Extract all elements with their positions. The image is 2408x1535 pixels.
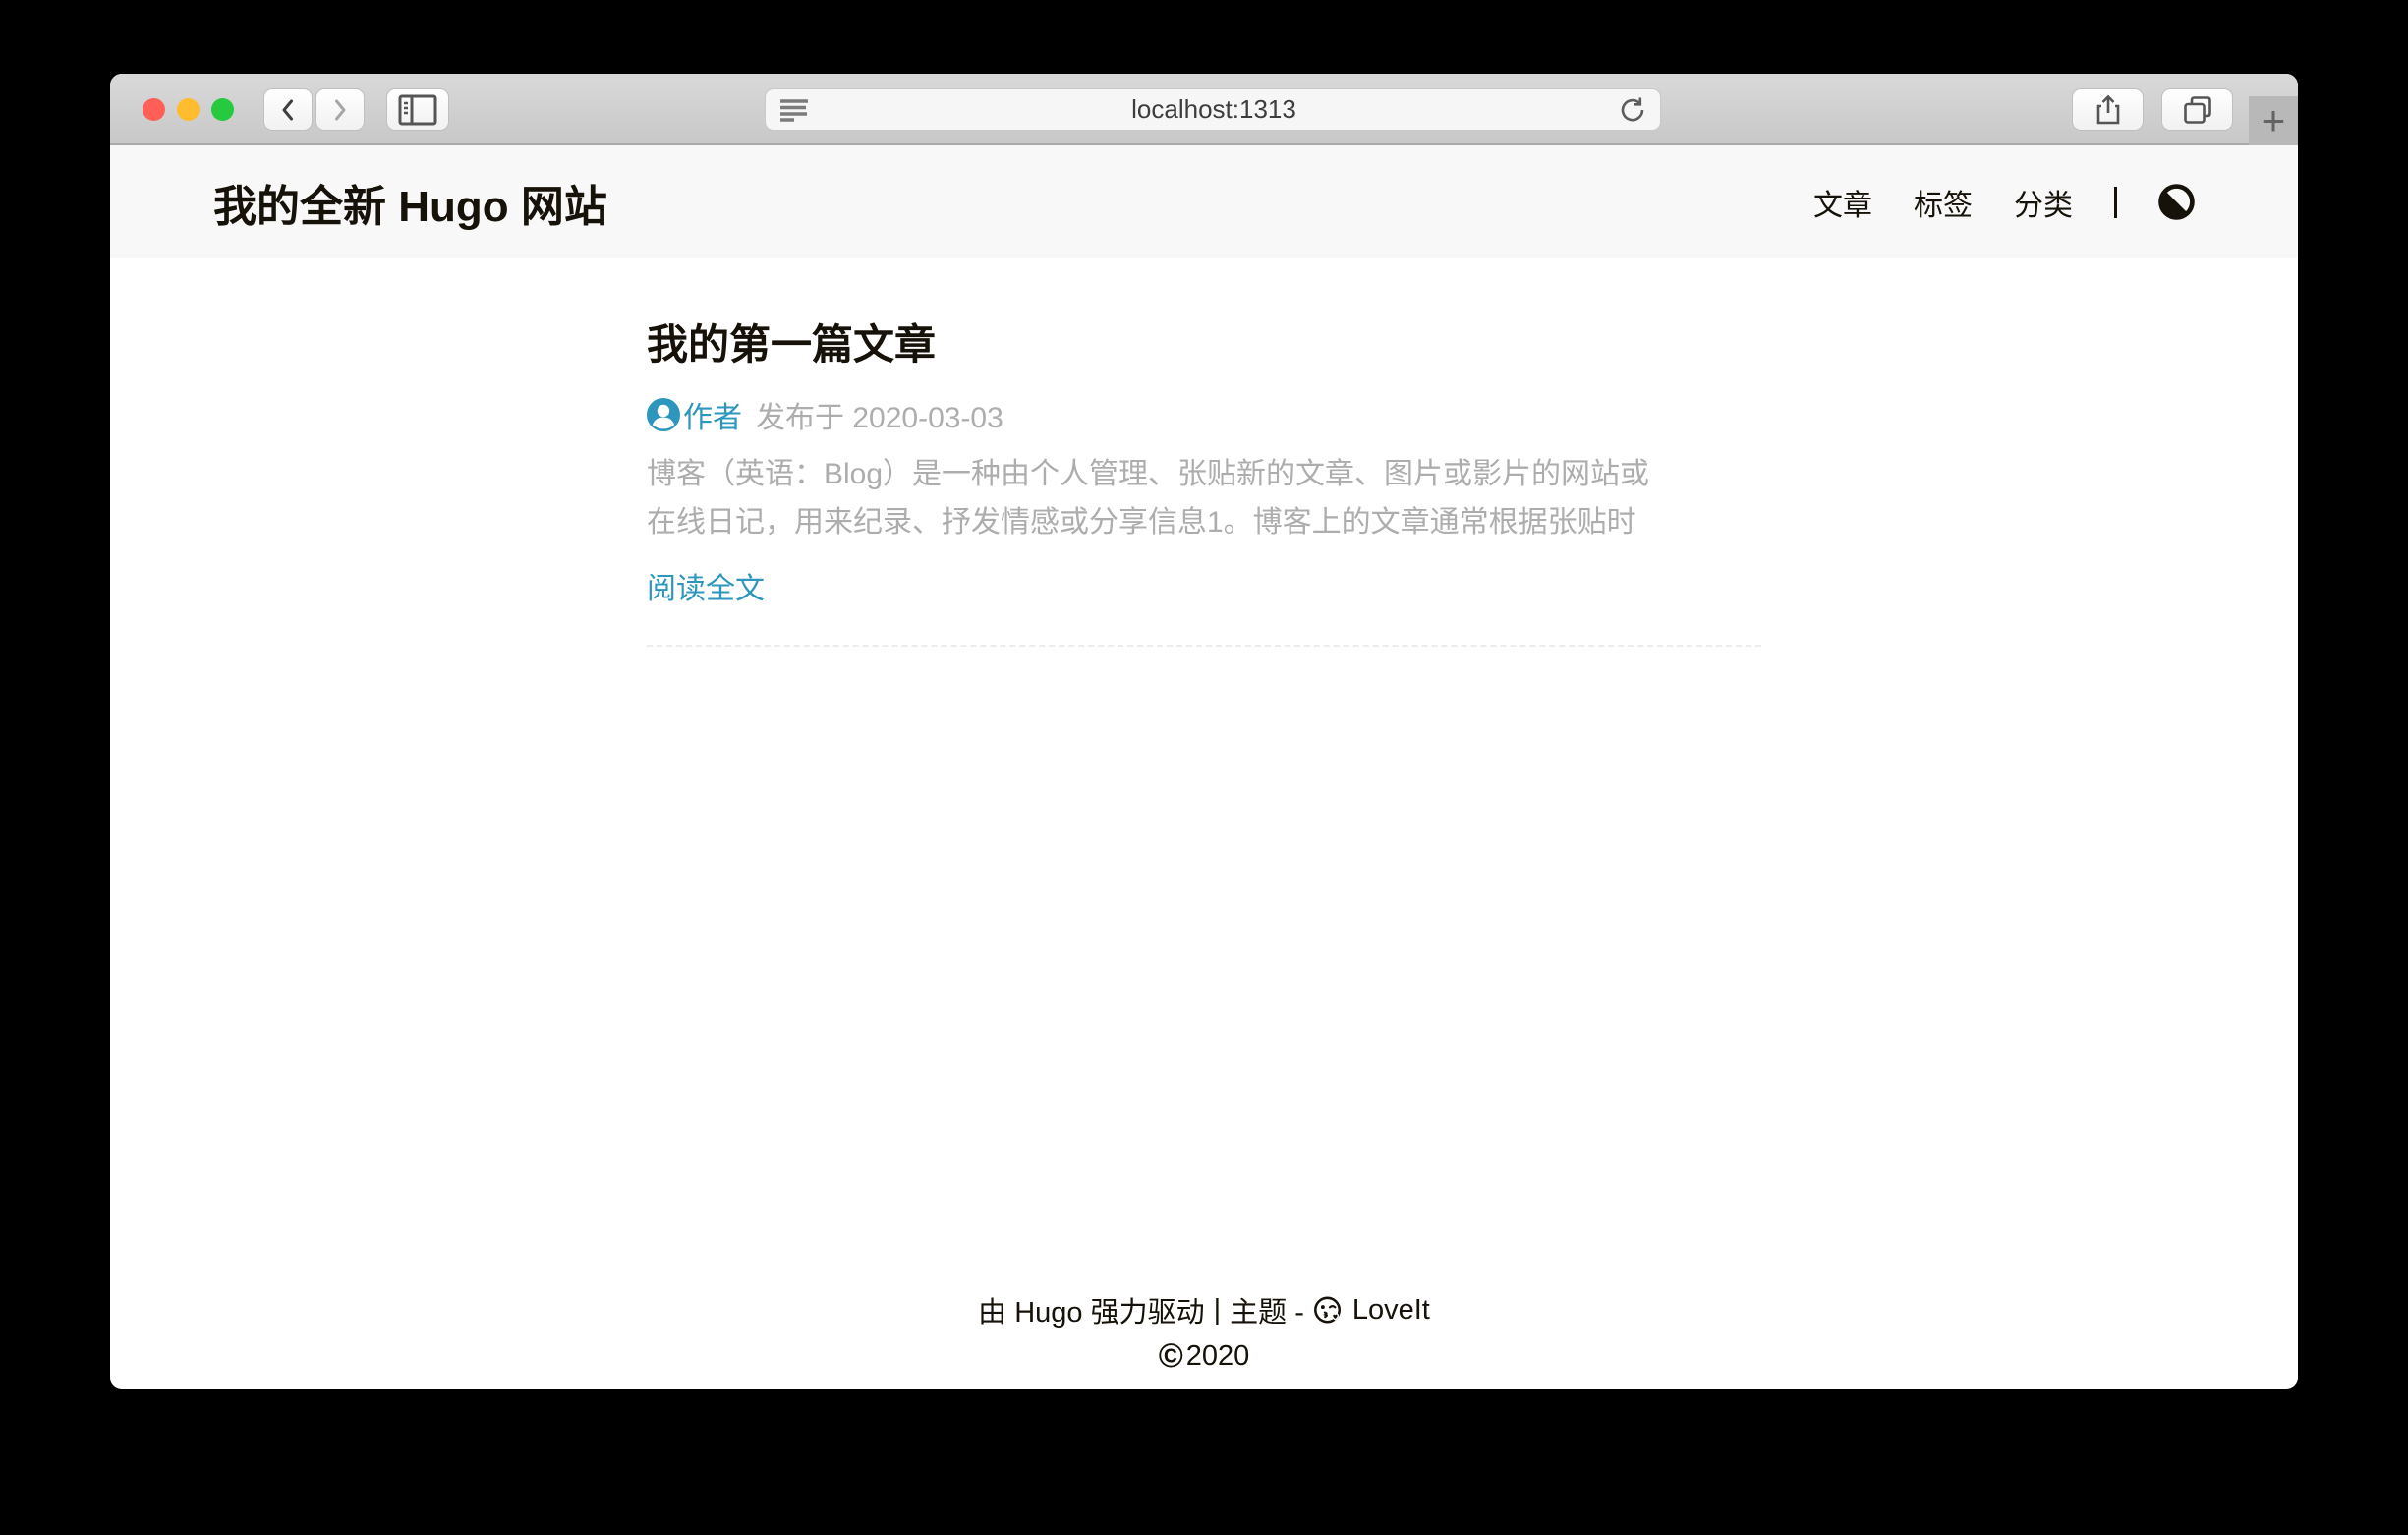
reader-icon[interactable] xyxy=(779,98,809,122)
refresh-icon[interactable] xyxy=(1619,95,1646,125)
browser-toolbar: localhost:1313 xyxy=(110,74,2298,145)
forward-button[interactable] xyxy=(315,88,365,131)
publish-info: 发布于 2020-03-03 xyxy=(756,393,1003,436)
site-header: 我的全新 Hugo 网站 文章 标签 分类 xyxy=(110,145,2298,258)
chevron-right-icon xyxy=(328,97,352,123)
tab-overview-button[interactable] xyxy=(2161,88,2233,131)
new-tab-button[interactable]: + xyxy=(2249,96,2298,145)
powered-by-text: 由 Hugo 强力驱动 xyxy=(978,1289,1204,1331)
share-icon xyxy=(2094,94,2122,126)
copyright-icon: © xyxy=(1159,1339,1183,1373)
content-area: 我的第一篇文章 作者 发布于 2020-03-03 xyxy=(647,258,1761,1289)
publish-prefix: 发布于 xyxy=(756,402,844,434)
summary-line: 在线日记，用来纪录、抒发情感或分享信息1。博客上的文章通常根据张贴时 xyxy=(647,498,1761,546)
post-title-link[interactable]: 我的第一篇文章 xyxy=(647,312,1761,371)
nav-item-posts[interactable]: 文章 xyxy=(1813,181,1872,224)
footer-copyright-line: © 2020 xyxy=(110,1339,2298,1373)
webpage: 我的全新 Hugo 网站 文章 标签 分类 我的第一篇文章 xyxy=(110,145,2298,1387)
nav-separator xyxy=(2114,187,2117,218)
post-divider xyxy=(647,645,1761,647)
address-bar[interactable]: localhost:1313 xyxy=(765,88,1661,131)
minimize-icon[interactable] xyxy=(177,98,200,121)
zoom-icon[interactable] xyxy=(211,98,234,121)
close-icon[interactable] xyxy=(143,98,165,121)
theme-prefix-text: 主题 - xyxy=(1230,1289,1304,1331)
sidebar-toggle-button[interactable] xyxy=(386,88,449,131)
post-summary: 博客（英语：Blog）是一种由个人管理、张贴新的文章、图片或影片的网站或 在线日… xyxy=(647,450,1761,546)
sidebar-toggle-icon xyxy=(398,94,437,126)
url-text[interactable]: localhost:1313 xyxy=(809,94,1619,125)
copyright-year: 2020 xyxy=(1186,1340,1250,1373)
plus-icon: + xyxy=(2262,97,2286,144)
chevron-left-icon xyxy=(276,97,300,123)
theme-link[interactable]: LoveIt xyxy=(1352,1294,1430,1327)
theme-toggle-icon[interactable] xyxy=(2158,184,2195,220)
kiss-wink-heart-icon xyxy=(1313,1295,1344,1326)
tab-overview-icon xyxy=(2183,95,2212,125)
post-meta: 作者 发布于 2020-03-03 xyxy=(647,393,1761,436)
share-button[interactable] xyxy=(2072,88,2144,131)
footer-powered-line: 由 Hugo 强力驱动 | 主题 - LoveIt xyxy=(110,1289,2298,1331)
author-link[interactable]: 作者 xyxy=(683,393,742,436)
safari-window: localhost:1313 xyxy=(110,74,2298,1389)
read-more-link[interactable]: 阅读全文 xyxy=(647,564,765,607)
nav-item-tags[interactable]: 标签 xyxy=(1914,181,1973,224)
publish-date: 2020-03-03 xyxy=(852,402,1003,434)
site-nav: 文章 标签 分类 xyxy=(1813,181,2195,224)
site-title-link[interactable]: 我的全新 Hugo 网站 xyxy=(213,171,607,234)
nav-item-categories[interactable]: 分类 xyxy=(2014,181,2073,224)
footer-separator: | xyxy=(1214,1294,1222,1327)
post-summary-card: 我的第一篇文章 作者 发布于 2020-03-03 xyxy=(647,312,1761,647)
window-controls xyxy=(143,98,234,121)
site-footer: 由 Hugo 强力驱动 | 主题 - LoveIt © 2020 xyxy=(110,1289,2298,1387)
back-button[interactable] xyxy=(263,88,313,131)
summary-line: 博客（英语：Blog）是一种由个人管理、张贴新的文章、图片或影片的网站或 xyxy=(647,450,1761,498)
user-circle-icon xyxy=(647,398,680,431)
